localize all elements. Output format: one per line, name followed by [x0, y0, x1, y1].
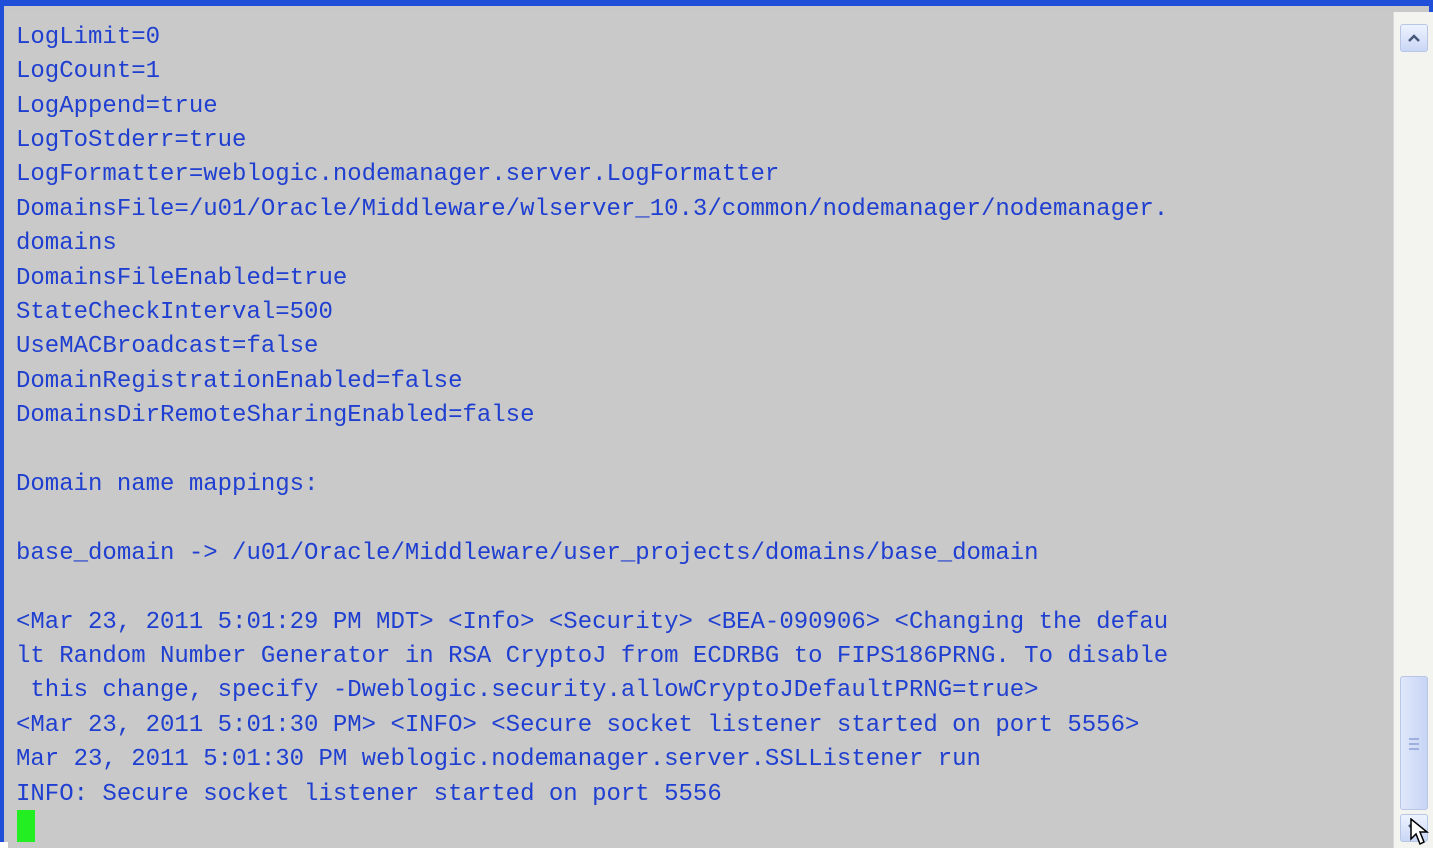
terminal-line: DomainsDirRemoteSharingEnabled=false [16, 402, 535, 429]
text-cursor [17, 810, 35, 842]
scrollbar-thumb[interactable] [1400, 676, 1428, 810]
thumb-grip [1409, 738, 1419, 740]
terminal-line: LogAppend=true [16, 93, 218, 120]
terminal-line: DomainRegistrationEnabled=false [16, 368, 463, 395]
terminal-line: INFO: Secure socket listener started on … [16, 781, 722, 808]
terminal-line: DomainsFileEnabled=true [16, 265, 348, 292]
scroll-up-button[interactable] [1400, 24, 1428, 52]
terminal-line: <Mar 23, 2011 5:01:30 PM> <INFO> <Secure… [16, 712, 1140, 739]
terminal-window: LogLimit=0 LogCount=1 LogAppend=true Log… [0, 0, 1433, 848]
chevron-up-icon [1408, 34, 1420, 42]
terminal-line: base_domain -> /u01/Oracle/Middleware/us… [16, 540, 1039, 567]
thumb-grip [1409, 748, 1419, 750]
terminal-line: <Mar 23, 2011 5:01:29 PM MDT> <Info> <Se… [16, 609, 1169, 636]
terminal-line: UseMACBroadcast=false [16, 333, 319, 360]
terminal-line: LogFormatter=weblogic.nodemanager.server… [16, 161, 780, 188]
terminal-line: LogToStderr=true [16, 127, 247, 154]
terminal-line: Domain name mappings: [16, 471, 319, 498]
terminal-line: DomainsFile=/u01/Oracle/Middleware/wlser… [16, 196, 1169, 223]
thumb-grip [1409, 743, 1419, 745]
terminal-line: this change, specify -Dweblogic.security… [16, 677, 1039, 704]
terminal-line: domains [16, 230, 117, 257]
terminal-line: LogCount=1 [16, 58, 161, 85]
terminal-line: LogLimit=0 [16, 24, 161, 51]
terminal-line: lt Random Number Generator in RSA Crypto… [16, 643, 1169, 670]
terminal-line: Mar 23, 2011 5:01:30 PM weblogic.nodeman… [16, 746, 981, 773]
vertical-scrollbar[interactable] [1393, 12, 1433, 848]
terminal-line: StateCheckInterval=500 [16, 299, 333, 326]
terminal-output[interactable]: LogLimit=0 LogCount=1 LogAppend=true Log… [8, 12, 1393, 848]
